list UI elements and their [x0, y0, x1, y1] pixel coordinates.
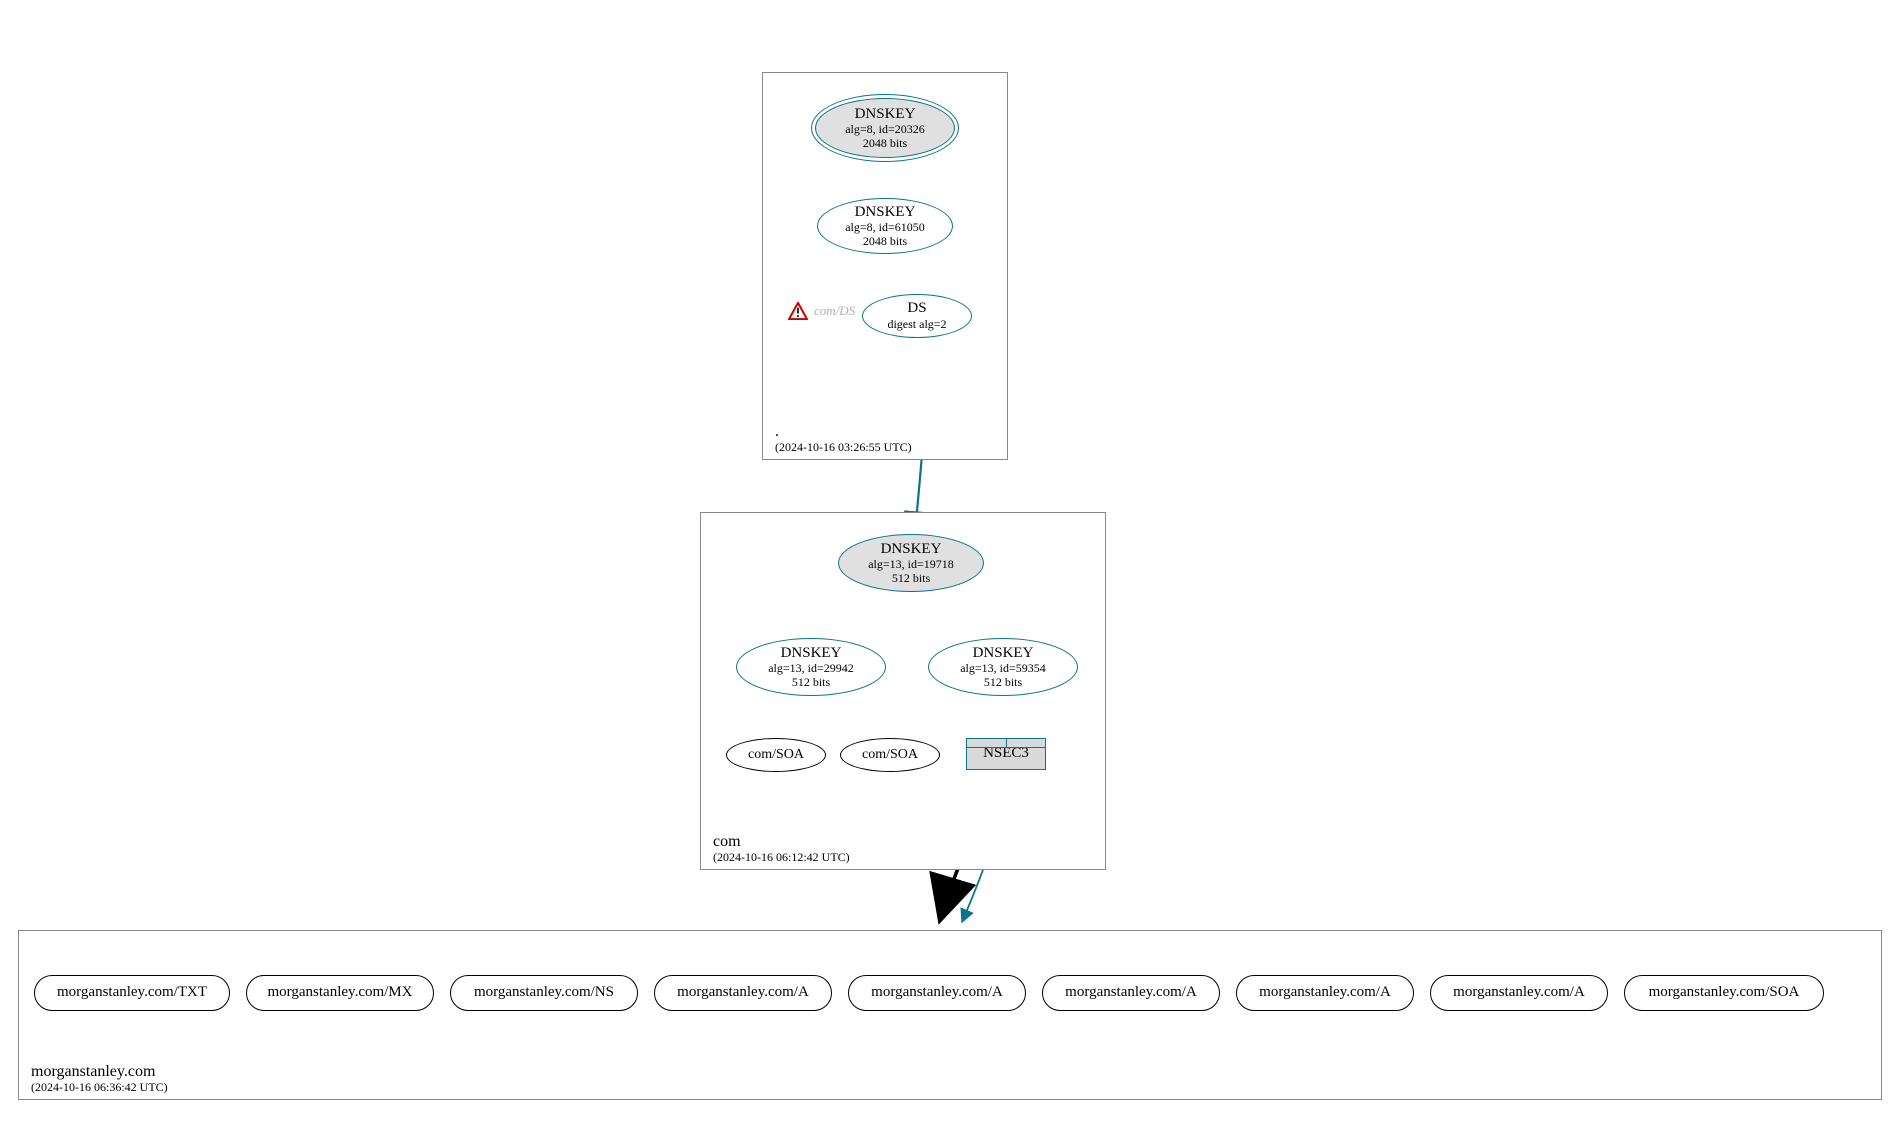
node-title: DNSKEY [781, 645, 842, 662]
node-root-warning: com/DS [788, 302, 855, 320]
diagram-stage: . (2024-10-16 03:26:55 UTC) DNSKEY alg=8… [0, 0, 1900, 1128]
node-leaf-a1: morganstanley.com/A [654, 975, 832, 1011]
node-leaf-a5: morganstanley.com/A [1430, 975, 1608, 1011]
node-line: 512 bits [792, 676, 830, 690]
node-line: 512 bits [984, 676, 1022, 690]
node-title: DNSKEY [973, 645, 1034, 662]
node-title: DS [907, 300, 926, 317]
zone-leaf-timestamp: (2024-10-16 06:36:42 UTC) [31, 1080, 168, 1095]
zone-com-timestamp: (2024-10-16 06:12:42 UTC) [713, 850, 850, 865]
node-label: morganstanley.com/TXT [57, 984, 207, 1001]
node-label: morganstanley.com/A [1065, 984, 1197, 1001]
node-label: morganstanley.com/NS [474, 984, 614, 1001]
zone-leaf: morganstanley.com (2024-10-16 06:36:42 U… [18, 930, 1882, 1100]
node-line: digest alg=2 [887, 318, 946, 332]
warning-label: com/DS [814, 303, 855, 319]
node-com-ksk: DNSKEY alg=13, id=19718 512 bits [838, 534, 984, 592]
zone-root-timestamp: (2024-10-16 03:26:55 UTC) [775, 440, 912, 455]
node-line: alg=13, id=29942 [768, 662, 854, 676]
node-root-ksk: DNSKEY alg=8, id=20326 2048 bits [815, 98, 955, 158]
node-label: morganstanley.com/A [1259, 984, 1391, 1001]
node-com-zsk1: DNSKEY alg=13, id=29942 512 bits [736, 638, 886, 696]
node-title: DNSKEY [855, 106, 916, 123]
node-line: 2048 bits [863, 137, 907, 151]
node-leaf-soa: morganstanley.com/SOA [1624, 975, 1824, 1011]
node-label: NSEC3 [983, 745, 1029, 762]
node-line: alg=13, id=19718 [868, 558, 954, 572]
node-label: morganstanley.com/A [677, 984, 809, 1001]
node-line: 2048 bits [863, 235, 907, 249]
node-com-zsk2: DNSKEY alg=13, id=59354 512 bits [928, 638, 1078, 696]
node-com-soa2: com/SOA [840, 738, 940, 772]
node-label: com/SOA [748, 747, 804, 763]
zone-root-name: . [775, 423, 779, 441]
zone-com-name: com [713, 833, 741, 851]
node-line: alg=8, id=61050 [845, 221, 925, 235]
node-label: morganstanley.com/A [1453, 984, 1585, 1001]
node-leaf-ns: morganstanley.com/NS [450, 975, 638, 1011]
node-label: com/SOA [862, 747, 918, 763]
node-com-soa1: com/SOA [726, 738, 826, 772]
node-label: morganstanley.com/A [871, 984, 1003, 1001]
node-leaf-txt: morganstanley.com/TXT [34, 975, 230, 1011]
node-label: morganstanley.com/MX [268, 984, 413, 1001]
node-com-nsec3: NSEC3 [966, 738, 1046, 770]
node-title: DNSKEY [855, 204, 916, 221]
node-label: morganstanley.com/SOA [1649, 984, 1800, 1001]
node-leaf-a4: morganstanley.com/A [1236, 975, 1414, 1011]
node-root-zsk: DNSKEY alg=8, id=61050 2048 bits [817, 198, 953, 254]
node-leaf-a2: morganstanley.com/A [848, 975, 1026, 1011]
node-line: 512 bits [892, 572, 930, 586]
node-title: DNSKEY [881, 541, 942, 558]
node-line: alg=13, id=59354 [960, 662, 1046, 676]
warning-icon [788, 302, 808, 320]
zone-leaf-name: morganstanley.com [31, 1063, 155, 1081]
node-line: alg=8, id=20326 [845, 123, 925, 137]
node-leaf-mx: morganstanley.com/MX [246, 975, 434, 1011]
node-root-ds: DS digest alg=2 [862, 294, 972, 338]
node-leaf-a3: morganstanley.com/A [1042, 975, 1220, 1011]
